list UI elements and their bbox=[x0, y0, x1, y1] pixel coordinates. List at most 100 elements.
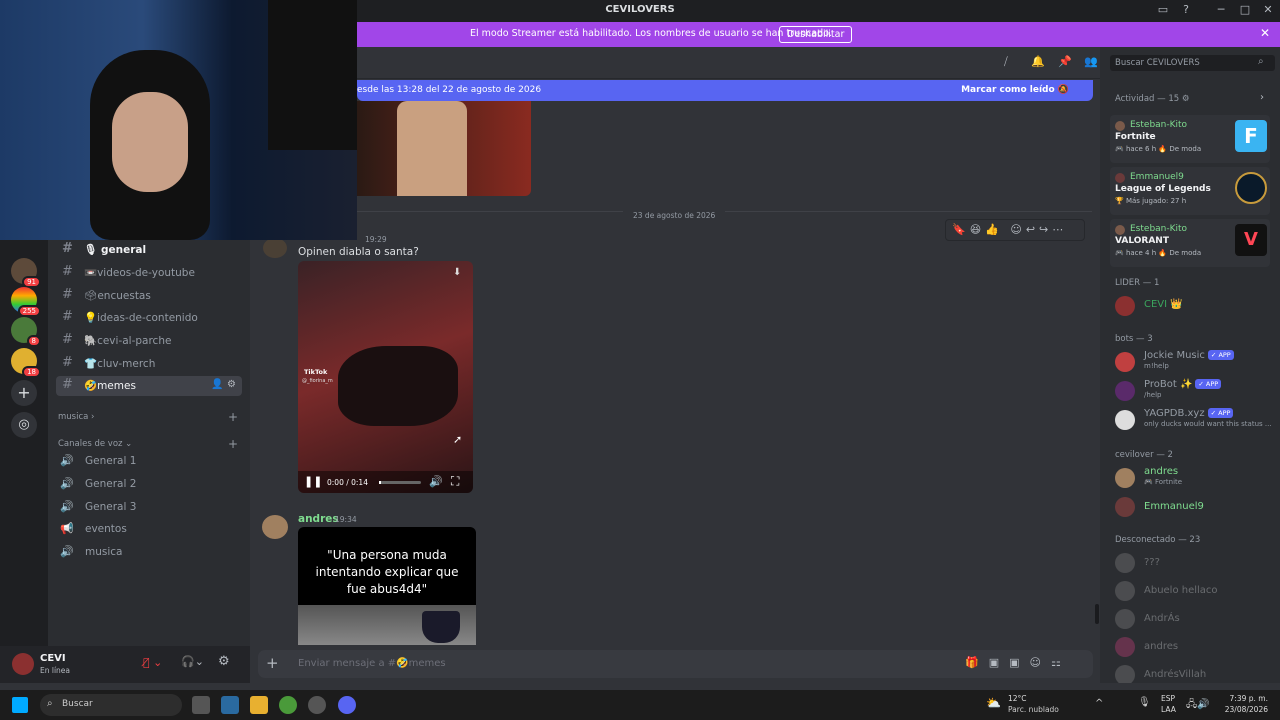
server-icon[interactable]: 18 bbox=[11, 348, 41, 378]
channel-general[interactable]: # 🎙 general bbox=[56, 240, 242, 260]
activity-user: Esteban-Kito bbox=[1130, 224, 1188, 234]
taskbar-search[interactable]: Buscar bbox=[40, 694, 182, 716]
message-author[interactable]: andres bbox=[298, 513, 339, 525]
weather-desc: Parc. nublado bbox=[1008, 705, 1059, 714]
maximize-button[interactable]: □ bbox=[1237, 3, 1253, 16]
message-composer[interactable]: + Enviar mensaje a #🤣memes 🎁▣▣☺⚏ bbox=[258, 650, 1093, 678]
mic-icon[interactable]: 🎙 bbox=[1138, 697, 1151, 708]
member-item[interactable]: Abuelo hellaco bbox=[1115, 579, 1275, 603]
settings-icon[interactable]: 👤 ⚙ bbox=[211, 379, 236, 390]
folder-icon[interactable] bbox=[250, 696, 268, 714]
mute-icon[interactable]: 🎙̸ ⌄ bbox=[143, 656, 162, 669]
volume-icon[interactable]: 🔊 bbox=[429, 475, 443, 488]
search-icon: ⌕ bbox=[47, 698, 53, 709]
new-messages-bar[interactable]: esde las 13:28 del 22 de agosto de 2026 … bbox=[357, 80, 1093, 101]
close-button[interactable]: ✕ bbox=[1260, 3, 1276, 16]
channel-cluv-merch[interactable]: # 👕cluv-merch bbox=[56, 354, 242, 374]
channel-emoji: 🗳 bbox=[84, 290, 98, 302]
member-item[interactable]: ??? bbox=[1115, 551, 1275, 575]
avatar[interactable] bbox=[262, 515, 288, 539]
member-item[interactable]: Jockie Music ✓ APP m!help bbox=[1115, 350, 1275, 374]
member-name: Emmanuel9 bbox=[1144, 501, 1204, 512]
task-view-icon[interactable] bbox=[192, 696, 210, 714]
voice-channel[interactable]: 📢 eventos bbox=[56, 520, 242, 540]
activity-card[interactable]: Emmanuel9 League of Legends 🏆 Más jugado… bbox=[1110, 167, 1270, 215]
member-item[interactable]: ProBot ✨ ✓ APP /help bbox=[1115, 379, 1275, 403]
scrollbar[interactable] bbox=[1095, 604, 1099, 624]
avatar bbox=[1115, 410, 1135, 430]
add-channel-icon[interactable]: + bbox=[228, 410, 238, 424]
add-server-icon[interactable]: + bbox=[11, 380, 37, 406]
channel-memes[interactable]: # 🤣memes 👤 ⚙ bbox=[56, 376, 242, 396]
bell-icon[interactable]: 🔔 bbox=[1031, 55, 1045, 68]
clock-time[interactable]: 7:39 p. m. bbox=[1228, 694, 1268, 703]
mark-read-button[interactable]: Marcar como leído 🔕 bbox=[961, 85, 1069, 95]
member-item[interactable]: CEVI 👑 bbox=[1115, 294, 1275, 318]
tray-chevron-icon[interactable]: ^ bbox=[1095, 698, 1103, 709]
avatar[interactable] bbox=[12, 653, 34, 675]
voice-label: General 1 bbox=[85, 455, 137, 467]
members-icon[interactable]: 👥 bbox=[1084, 55, 1098, 68]
app-badge: ✓ APP bbox=[1207, 408, 1234, 418]
member-item[interactable]: andres bbox=[1115, 635, 1275, 659]
inbox-icon[interactable]: ▭ bbox=[1155, 3, 1171, 16]
message-input[interactable]: Enviar mensaje a #🤣memes bbox=[298, 658, 446, 669]
category-voz[interactable]: Canales de voz ⌄ + bbox=[58, 437, 238, 451]
activity-game: League of Legends bbox=[1115, 184, 1211, 194]
network-icon[interactable]: 🖧🔊 bbox=[1186, 697, 1210, 714]
app-icon[interactable] bbox=[221, 696, 239, 714]
channel-label: videos-de-youtube bbox=[97, 267, 195, 279]
obs-icon[interactable] bbox=[308, 696, 326, 714]
member-item[interactable]: AndrésVillah bbox=[1115, 663, 1275, 683]
video-attachment[interactable]: ⬇ TikTok @_fiorina_m ➚ ❚❚ 0:00 / 0:14 🔊 … bbox=[298, 261, 473, 493]
progress-bar[interactable] bbox=[379, 481, 421, 484]
cursor-icon: ➚ bbox=[453, 433, 463, 446]
disable-button[interactable]: Deshabilitar bbox=[779, 26, 853, 43]
voice-channel[interactable]: 🔊 General 2 bbox=[56, 475, 242, 495]
activity-card[interactable]: Esteban-Kito VALORANT 🎮 hace 4 h 🔥 De mo… bbox=[1110, 219, 1270, 267]
chrome-icon[interactable] bbox=[279, 696, 297, 714]
pin-icon[interactable]: 📌 bbox=[1058, 55, 1072, 68]
windows-start-icon[interactable] bbox=[12, 697, 28, 713]
discover-icon[interactable]: ◎ bbox=[11, 412, 37, 438]
voice-channel[interactable]: 🔊 General 1 bbox=[56, 452, 242, 472]
channel-videos-de-youtube[interactable]: # 📼videos-de-youtube bbox=[56, 263, 242, 283]
channel-ideas-de-contenido[interactable]: # 💡ideas-de-contenido bbox=[56, 308, 242, 328]
activity-time-text: hace 6 h bbox=[1125, 145, 1157, 153]
channel-emoji: 📼 bbox=[84, 267, 98, 279]
language[interactable]: ESP bbox=[1161, 694, 1175, 703]
chevron-right-icon[interactable]: › bbox=[1260, 92, 1264, 103]
search-input[interactable]: Buscar CEVILOVERS bbox=[1110, 55, 1275, 71]
server-icon[interactable]: 8 bbox=[11, 317, 41, 347]
message-actions[interactable]: 🔖😆👍 ☺↩↪⋯ bbox=[945, 219, 1085, 241]
member-item[interactable]: YAGPDB.xyz ✓ APP only ducks would want th… bbox=[1115, 408, 1275, 432]
channel-cevi-al-parche[interactable]: # 🐘cevi-al-parche bbox=[56, 331, 242, 351]
server-icon[interactable]: 255 bbox=[11, 287, 41, 317]
add-channel-icon[interactable]: + bbox=[228, 437, 238, 451]
activity-header[interactable]: Actividad — 15 ⚙ bbox=[1115, 94, 1189, 104]
image-attachment[interactable] bbox=[357, 101, 531, 196]
download-icon[interactable]: ⬇ bbox=[453, 267, 461, 278]
threads-icon[interactable]: ⧸ bbox=[1004, 55, 1008, 69]
voice-channel[interactable]: 🔊 musica bbox=[56, 543, 242, 563]
headphones-icon[interactable]: 🎧⌄ bbox=[181, 655, 204, 668]
pause-icon[interactable]: ❚❚ bbox=[304, 475, 322, 488]
member-item[interactable]: andres 🎮 Fortnite bbox=[1115, 466, 1275, 490]
help-icon[interactable]: ? bbox=[1178, 3, 1194, 16]
activity-card[interactable]: Esteban-Kito Fortnite 🎮 hace 6 h 🔥 De mo… bbox=[1110, 115, 1270, 163]
member-item[interactable]: AndrÁs bbox=[1115, 607, 1275, 631]
channel-encuestas[interactable]: # 🗳encuestas bbox=[56, 286, 242, 306]
minimize-button[interactable]: ─ bbox=[1213, 3, 1229, 16]
avatar[interactable] bbox=[263, 238, 287, 258]
server-icon[interactable]: 91 bbox=[11, 258, 41, 288]
voice-channel[interactable]: 🔊 General 3 bbox=[56, 498, 242, 518]
settings-icon[interactable]: ⚙ bbox=[218, 654, 230, 669]
member-item[interactable]: Emmanuel9 bbox=[1115, 495, 1275, 519]
video-attachment[interactable]: "Una persona muda intentando explicar qu… bbox=[298, 527, 476, 645]
discord-icon[interactable] bbox=[338, 696, 356, 714]
add-attachment-icon[interactable]: + bbox=[266, 654, 279, 672]
close-icon[interactable]: ✕ bbox=[1260, 26, 1270, 40]
composer-tools[interactable]: 🎁▣▣☺⚏ bbox=[965, 656, 1071, 669]
fullscreen-icon[interactable]: ⛶ bbox=[451, 474, 459, 489]
category-musica[interactable]: musica › + bbox=[58, 410, 238, 424]
